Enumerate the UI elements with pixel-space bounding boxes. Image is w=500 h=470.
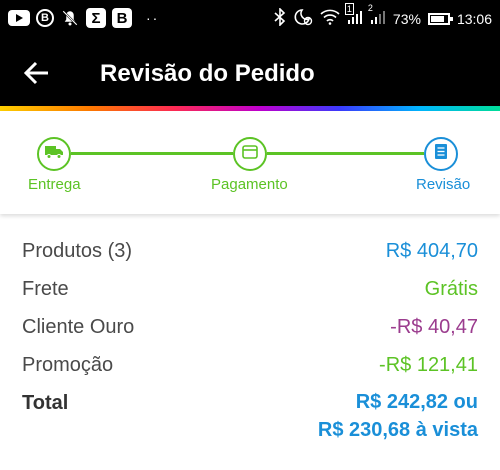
- gold-client-label: Cliente Ouro: [22, 316, 135, 338]
- products-label: Produtos (3): [22, 240, 133, 262]
- truck-icon: [45, 145, 63, 164]
- app-bar: Revisão do Pedido: [0, 36, 500, 106]
- page-title: Revisão do Pedido: [100, 60, 315, 87]
- promo-value: -R$ 121,41: [379, 354, 478, 376]
- youtube-icon: [8, 10, 30, 26]
- total-label: Total: [22, 392, 69, 414]
- signal-sim2-icon: 2: [368, 3, 386, 28]
- clock: 13:06: [456, 10, 492, 27]
- products-value: R$ 404,70: [385, 240, 478, 262]
- wifi-icon: [320, 9, 340, 28]
- bell-off-icon: [60, 8, 80, 28]
- b-square-icon: B: [112, 8, 132, 28]
- total-value: R$ 242,82 ou R$ 230,68 à vista: [318, 388, 478, 444]
- step-connector: [267, 152, 424, 155]
- step-connector: [71, 152, 233, 155]
- battery-icon: [427, 12, 453, 25]
- step-label-delivery[interactable]: Entrega: [28, 176, 81, 193]
- status-bar: B Σ B ·· 1 2 73% 13:06: [0, 0, 500, 36]
- step-label-review[interactable]: Revisão: [416, 176, 470, 193]
- gold-client-value: -R$ 40,47: [390, 316, 478, 338]
- signal-sim1-icon: 1: [344, 3, 363, 28]
- step-label-payment[interactable]: Pagamento: [211, 176, 288, 193]
- checkout-stepper: Entrega Pagamento Revisão: [0, 111, 500, 214]
- total-value-cash: R$ 230,68 à vista: [317, 419, 478, 441]
- step-delivery[interactable]: [37, 137, 71, 171]
- back-arrow-icon[interactable]: [22, 58, 52, 88]
- more-dots-icon: ··: [146, 10, 160, 26]
- total-value-installment: R$ 242,82 ou: [355, 391, 478, 413]
- credit-card-icon: [242, 144, 258, 164]
- notification-icons: B Σ B ··: [8, 8, 159, 28]
- sigma-icon: Σ: [86, 8, 106, 28]
- do-not-disturb-icon: [293, 8, 313, 29]
- shipping-value: Grátis: [424, 278, 478, 300]
- shipping-label: Frete: [22, 278, 69, 300]
- b-circle-icon: B: [36, 9, 54, 27]
- system-icons: 1 2 73% 13:06: [274, 3, 492, 29]
- bluetooth-icon: [274, 7, 286, 29]
- step-payment[interactable]: [233, 137, 267, 171]
- battery-percent: 73%: [392, 10, 421, 27]
- step-review[interactable]: [424, 137, 458, 171]
- promo-label: Promoção: [22, 354, 114, 376]
- list-doc-icon: [435, 144, 447, 164]
